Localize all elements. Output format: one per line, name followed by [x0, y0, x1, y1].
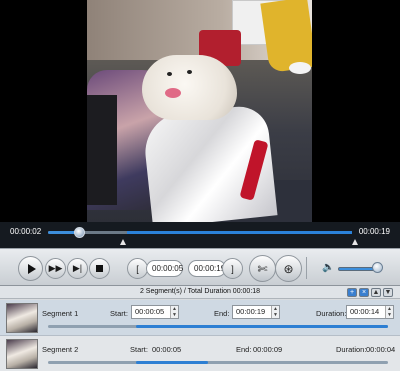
merge-button[interactable]: ⊛ [275, 255, 302, 282]
stepper-arrows-icon[interactable]: ▲ ▼ [170, 306, 178, 318]
segment-thumbnail [6, 303, 38, 333]
video-preview [0, 0, 400, 222]
new-clip-button[interactable]: ✄ [249, 255, 276, 282]
chevron-up-icon: ▲ [372, 289, 380, 296]
start-label: Start: [110, 309, 128, 318]
segment-start-value: 00:00:05 [152, 345, 182, 354]
add-segment-button[interactable]: + [347, 288, 357, 297]
segment-name: Segment 2 [42, 345, 79, 354]
close-icon: × [361, 289, 367, 296]
delete-segment-button[interactable]: × [359, 288, 369, 297]
stop-icon [96, 265, 103, 272]
stepper-arrows-icon[interactable]: ▲ ▼ [271, 306, 279, 318]
chevron-down-icon: ▼ [384, 289, 392, 296]
segment-range-fill [136, 325, 388, 328]
set-end-button[interactable]: ] [222, 258, 243, 279]
move-down-button[interactable]: ▼ [383, 288, 393, 297]
stop-button[interactable] [89, 258, 110, 279]
timeline-bar: 00:00:02 00:00:19 [0, 222, 400, 248]
fast-forward-button[interactable]: ▶▶ [45, 258, 66, 279]
segment-duration-value: 00:00:04 [366, 345, 396, 354]
segment-thumbnail [6, 339, 38, 369]
play-icon [26, 263, 36, 274]
divider [306, 257, 307, 279]
playhead-handle[interactable] [74, 227, 85, 238]
fast-forward-icon: ▶▶ [48, 263, 63, 273]
set-start-button[interactable]: [ [127, 258, 148, 279]
current-time: 00:00:02 [10, 227, 42, 236]
segment-row-2[interactable]: Segment 2 Start: 00:00:05 End: 00:00:09 … [0, 336, 400, 371]
segment-range-bar [48, 361, 388, 364]
segment-end-value: 00:00:09 [253, 345, 283, 354]
timeline-selection [127, 231, 352, 234]
end-label: End: [214, 309, 230, 318]
duration-label: Duration: [316, 309, 347, 318]
end-label: End: [236, 345, 252, 354]
plus-icon: + [349, 289, 355, 296]
set-start-icon: [ [136, 263, 139, 274]
playback-controls: ▶▶ ▶| [ 00:00:05 00:00:19 ] ✄ ⊛ 🔈 [0, 248, 400, 286]
segment-range-fill [136, 361, 208, 364]
volume-knob[interactable] [372, 262, 383, 273]
set-end-icon: ] [231, 263, 234, 274]
speaker-icon[interactable]: 🔈 [322, 262, 334, 273]
start-time-field[interactable]: 00:00:05 [146, 260, 183, 277]
segments-header: 2 Segment(s) / Total Duration 00:00:18 +… [0, 286, 400, 299]
segment-end-stepper[interactable]: 00:00:19 ▲ ▼ [232, 305, 280, 319]
timeline-track[interactable] [48, 231, 352, 234]
segment-start-stepper[interactable]: 00:00:05 ▲ ▼ [131, 305, 179, 319]
next-frame-icon: ▶| [72, 263, 83, 273]
segment-duration-stepper[interactable]: 00:00:14 ▲ ▼ [346, 305, 394, 319]
merge-icon: ⊛ [283, 261, 294, 276]
duration-label: Duration: [336, 345, 367, 354]
start-label: Start: [130, 345, 148, 354]
play-button[interactable] [18, 256, 43, 281]
end-marker[interactable] [352, 239, 358, 245]
total-time: 00:00:19 [358, 227, 390, 236]
segment-name: Segment 1 [42, 309, 79, 318]
stepper-arrows-icon[interactable]: ▲ ▼ [385, 306, 393, 318]
segments-summary: 2 Segment(s) / Total Duration 00:00:18 [139, 288, 261, 295]
end-time-field[interactable]: 00:00:19 [188, 260, 226, 277]
new-clip-icon: ✄ [257, 261, 268, 276]
next-frame-button[interactable]: ▶| [67, 258, 88, 279]
video-frame [87, 0, 312, 222]
segment-range-bar [48, 325, 388, 328]
move-up-button[interactable]: ▲ [371, 288, 381, 297]
start-marker[interactable] [120, 239, 126, 245]
segment-row-1[interactable]: Segment 1 Start: 00:00:05 ▲ ▼ End: 00:00:… [0, 300, 400, 336]
dog-image [142, 55, 237, 120]
